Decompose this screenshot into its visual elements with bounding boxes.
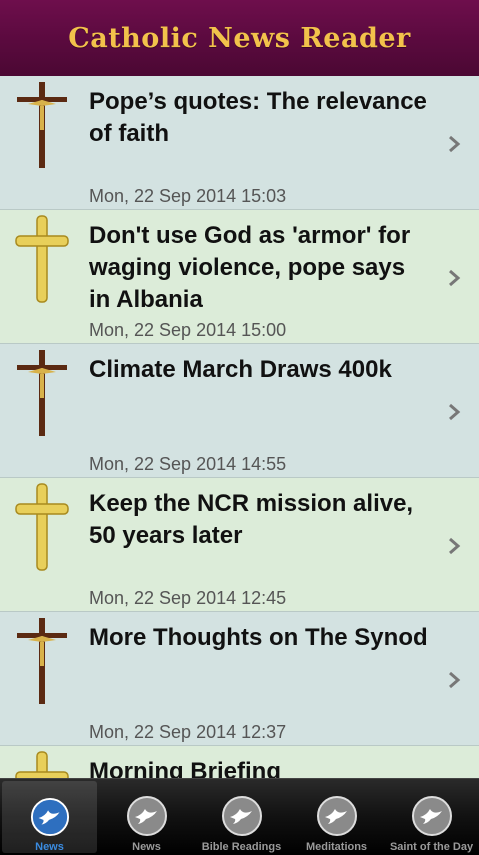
tab-label: Bible Readings	[201, 841, 282, 853]
article-title: More Thoughts on The Synod	[89, 624, 428, 651]
chevron-right-icon	[449, 403, 461, 421]
article-title: Don't use God as 'armor' for waging viol…	[89, 222, 411, 313]
article-date: Mon, 22 Sep 2014 15:03	[89, 186, 287, 206]
tab-news-2[interactable]: News	[99, 779, 194, 855]
dove-icon	[126, 796, 167, 836]
tab-saint-of-the-day[interactable]: Saint of the Day	[384, 779, 479, 855]
article-row[interactable]: Morning Briefing	[0, 746, 479, 778]
chevron-right-icon	[449, 537, 461, 555]
chevron-right-icon	[449, 269, 461, 287]
dove-icon	[30, 797, 69, 837]
tab-label: Meditations	[305, 841, 368, 853]
article-row[interactable]: Keep the NCR mission alive, 50 years lat…	[0, 478, 479, 612]
article-row[interactable]: More Thoughts on The Synod Mon, 22 Sep 2…	[0, 612, 479, 746]
dove-icon	[221, 796, 262, 836]
dove-icon	[411, 796, 452, 836]
article-title: Pope’s quotes: The relevance of faith	[89, 88, 427, 147]
article-date: Mon, 22 Sep 2014 15:00	[89, 320, 287, 340]
article-title: Keep the NCR mission alive, 50 years lat…	[89, 490, 414, 549]
tab-label: News	[35, 841, 64, 853]
article-list[interactable]: Pope’s quotes: The relevance of faith Mo…	[0, 76, 479, 778]
article-row[interactable]: Climate March Draws 400k Mon, 22 Sep 201…	[0, 344, 479, 478]
app-title: Catholic News Reader	[68, 22, 411, 54]
tab-meditations[interactable]: Meditations	[289, 779, 384, 855]
tab-bible-readings[interactable]: Bible Readings	[194, 779, 289, 855]
gold-cross-icon	[15, 751, 69, 778]
dove-icon	[316, 796, 357, 836]
tab-label: News	[132, 841, 161, 853]
tab-news[interactable]: News	[2, 781, 97, 853]
crucifix-icon	[17, 350, 67, 436]
tab-bar: News News Bible Readings Meditations Sai…	[0, 778, 479, 855]
article-title: Morning Briefing	[89, 758, 281, 778]
gold-cross-icon	[15, 483, 69, 571]
crucifix-icon	[17, 82, 67, 168]
chevron-right-icon	[449, 671, 461, 689]
app-header: Catholic News Reader	[0, 0, 479, 76]
article-date: Mon, 22 Sep 2014 12:37	[89, 722, 287, 742]
chevron-right-icon	[449, 135, 461, 153]
article-row[interactable]: Pope’s quotes: The relevance of faith Mo…	[0, 76, 479, 210]
article-date: Mon, 22 Sep 2014 14:55	[89, 454, 287, 474]
article-title: Climate March Draws 400k	[89, 356, 392, 383]
tab-label: Saint of the Day	[389, 841, 474, 853]
article-date: Mon, 22 Sep 2014 12:45	[89, 588, 287, 608]
crucifix-icon	[17, 618, 67, 704]
article-row[interactable]: Don't use God as 'armor' for waging viol…	[0, 210, 479, 344]
gold-cross-icon	[15, 215, 69, 303]
